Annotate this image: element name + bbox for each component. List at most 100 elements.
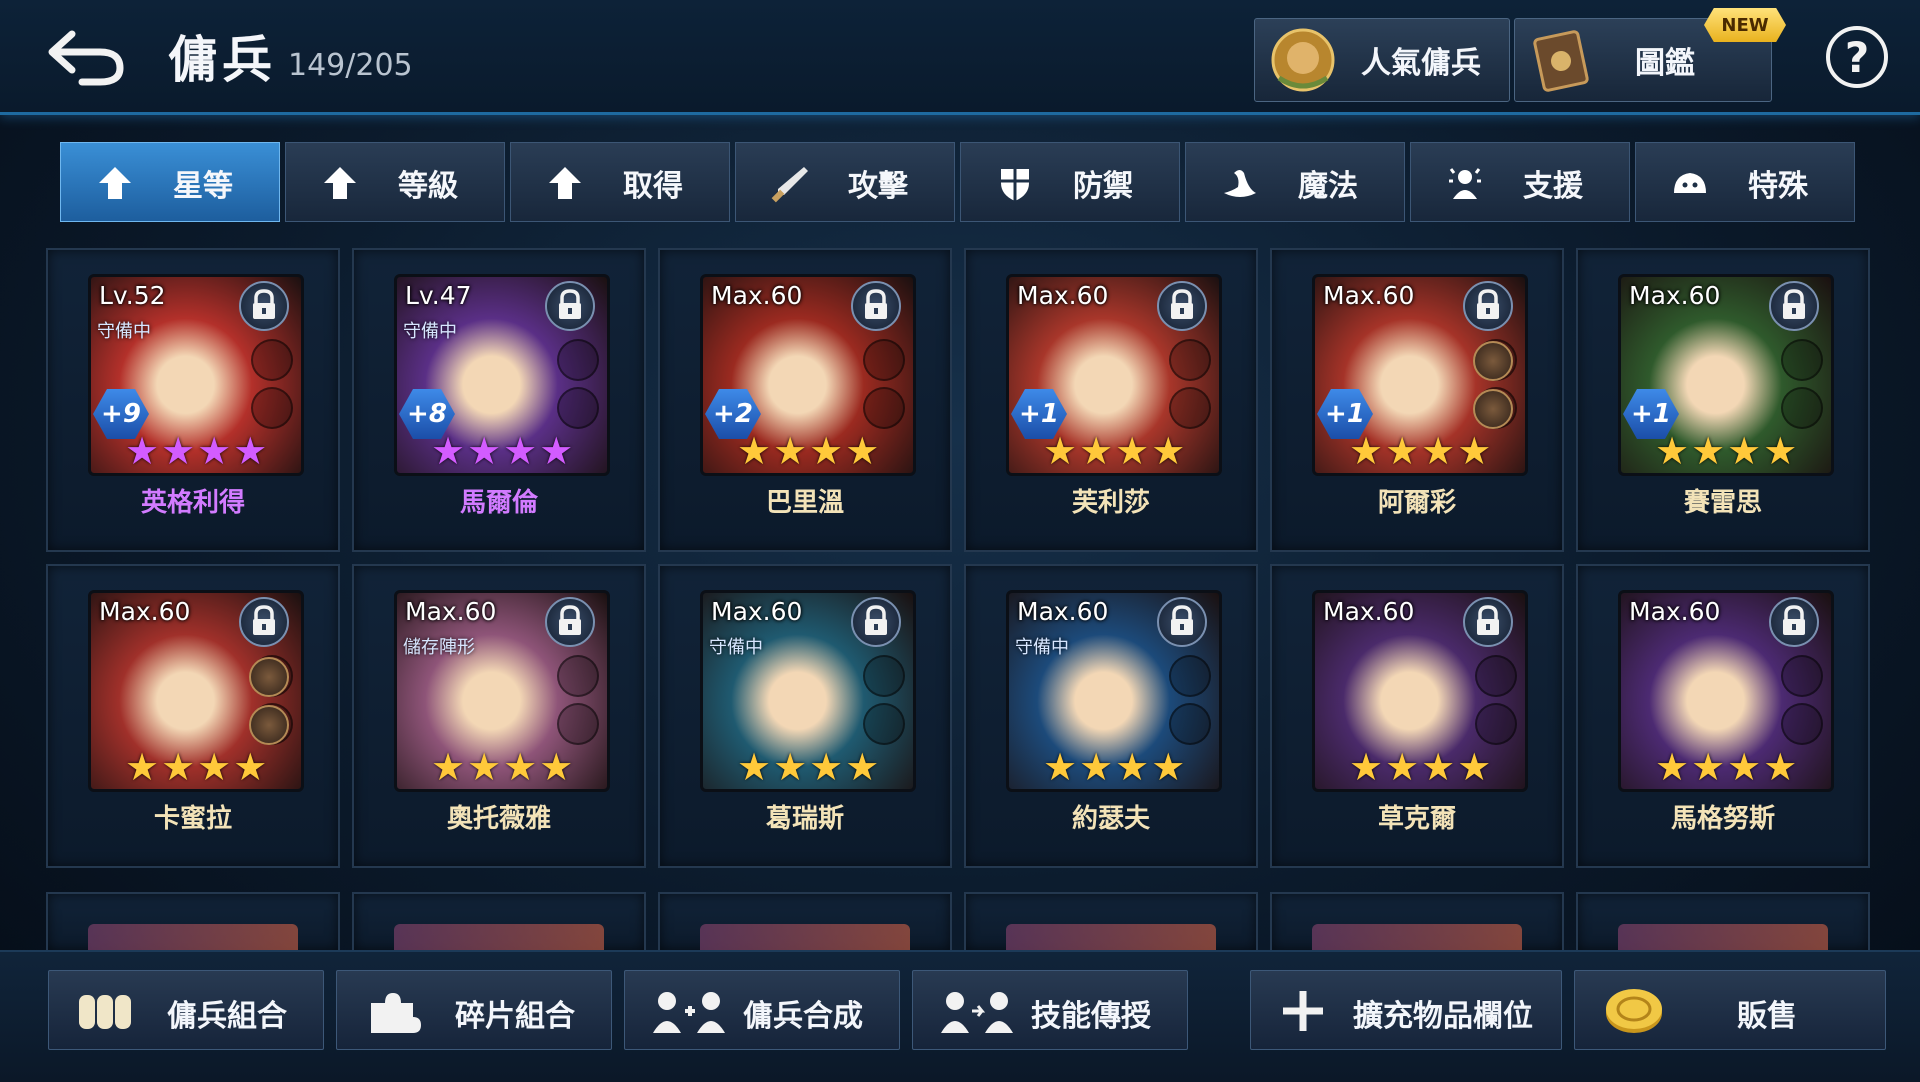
- star-rating: ★ ★ ★ ★: [737, 431, 879, 471]
- star-icon: ★: [773, 429, 808, 473]
- mercenary-card[interactable]: [964, 892, 1258, 952]
- star-icon: ★: [1727, 429, 1762, 473]
- tab-defense[interactable]: 防禦: [960, 142, 1180, 222]
- mercenary-fusion-button[interactable]: 傭兵合成: [624, 970, 900, 1050]
- level-label: Max.60: [99, 597, 191, 626]
- mercenary-name: 賽雷思: [1683, 488, 1762, 518]
- mercenary-name: 英格利得: [140, 488, 245, 518]
- mercenary-card[interactable]: Max.60 儲存陣形 ★ ★ ★ ★ 奧托薇雅: [352, 564, 646, 868]
- lock-icon[interactable]: [239, 281, 289, 331]
- rune-emblem-icon: [249, 705, 289, 745]
- expand-inventory-button[interactable]: 擴充物品欄位: [1250, 970, 1562, 1050]
- star-icon: ★: [539, 745, 574, 789]
- level-label: Max.60: [711, 597, 803, 626]
- book-icon: [1533, 30, 1589, 92]
- star-icon: ★: [1385, 429, 1420, 473]
- support-icon: [1449, 168, 1481, 199]
- mercenary-card[interactable]: Max.60 +1 ★ ★ ★ ★ 芙利莎: [964, 248, 1258, 552]
- mercenary-card[interactable]: Lv.47 守備中 +8 ★ ★ ★ ★ 馬爾倫: [352, 248, 646, 552]
- mercenary-portrait: [1312, 924, 1522, 950]
- back-arrow-icon: [48, 30, 124, 86]
- help-button[interactable]: ?: [1826, 26, 1888, 88]
- tab-label: 星等: [173, 169, 233, 204]
- mercenary-name: 葛瑞斯: [765, 804, 844, 834]
- equipment-socket: [863, 655, 905, 697]
- tab-acquired[interactable]: 取得: [510, 142, 730, 222]
- lock-icon[interactable]: [1463, 281, 1513, 331]
- star-icon: ★: [1079, 745, 1114, 789]
- lock-icon[interactable]: [851, 597, 901, 647]
- tab-star-grade[interactable]: 星等: [60, 142, 280, 222]
- rune-emblem-icon: [249, 657, 289, 697]
- popular-mercenary-button[interactable]: 人氣傭兵: [1254, 18, 1510, 102]
- coin-icon: [1606, 989, 1662, 1033]
- star-rating: ★ ★ ★ ★: [1043, 747, 1185, 787]
- star-icon: ★: [503, 429, 538, 473]
- button-label: 傭兵合成: [743, 999, 863, 1034]
- lock-icon[interactable]: [239, 597, 289, 647]
- mercenary-card[interactable]: Lv.52 守備中 +9 ★ ★ ★ ★ 英格利得: [46, 248, 340, 552]
- mercenary-portrait: Max.60 +1 ★ ★ ★ ★: [1006, 274, 1222, 476]
- mercenary-card[interactable]: [658, 892, 952, 952]
- mercenary-card[interactable]: Max.60 +1 ★ ★ ★ ★ 賽雷思: [1576, 248, 1870, 552]
- star-icon: ★: [431, 745, 466, 789]
- equipment-socket: [863, 703, 905, 745]
- lock-icon[interactable]: [1769, 281, 1819, 331]
- mercenary-card[interactable]: Max.60 ★ ★ ★ ★ 草克爾: [1270, 564, 1564, 868]
- mercenary-team-button[interactable]: 傭兵組合: [48, 970, 324, 1050]
- back-button[interactable]: [42, 20, 132, 90]
- lock-icon[interactable]: [545, 597, 595, 647]
- mercenary-card[interactable]: [1576, 892, 1870, 952]
- mercenary-name: 阿爾彩: [1377, 488, 1456, 518]
- equipment-socket: [1781, 703, 1823, 745]
- lock-icon[interactable]: [1463, 597, 1513, 647]
- lock-icon[interactable]: [1157, 281, 1207, 331]
- arrow-up-icon: [324, 167, 356, 199]
- mercenary-card[interactable]: [46, 892, 340, 952]
- mercenary-card[interactable]: [1270, 892, 1564, 952]
- tab-special[interactable]: 特殊: [1635, 142, 1855, 222]
- equipment-socket: [557, 703, 599, 745]
- lock-icon[interactable]: [1769, 597, 1819, 647]
- mercenary-card[interactable]: Max.60 守備中 ★ ★ ★ ★ 約瑟夫: [964, 564, 1258, 868]
- level-label: Max.60: [1629, 281, 1721, 310]
- star-icon: ★: [1457, 745, 1492, 789]
- sell-button[interactable]: 販售: [1574, 970, 1886, 1050]
- rune-emblem-icon: [1473, 341, 1513, 381]
- star-rating: ★ ★ ★ ★: [125, 747, 267, 787]
- skill-transfer-button[interactable]: 技能傳授: [912, 970, 1188, 1050]
- equipment-socket: [1781, 387, 1823, 429]
- tab-label: 魔法: [1298, 169, 1358, 204]
- mercenary-portrait: Max.60 +1 ★ ★ ★ ★: [1618, 274, 1834, 476]
- shard-combine-button[interactable]: 碎片組合: [336, 970, 612, 1050]
- level-label: Max.60: [711, 281, 803, 310]
- mercenary-portrait: [700, 924, 910, 950]
- equipment-socket: [1169, 387, 1211, 429]
- level-label: Max.60: [1629, 597, 1721, 626]
- star-icon: ★: [1115, 429, 1150, 473]
- mercenary-card[interactable]: Max.60 +1 ★ ★ ★ ★ 阿爾彩: [1270, 248, 1564, 552]
- lock-icon[interactable]: [1157, 597, 1207, 647]
- level-label: Max.60: [1323, 281, 1415, 310]
- star-icon: ★: [1421, 429, 1456, 473]
- level-label: Max.60: [1017, 597, 1109, 626]
- mercenary-card[interactable]: Max.60 +2 ★ ★ ★ ★ 巴里溫: [658, 248, 952, 552]
- mercenary-card[interactable]: [352, 892, 646, 952]
- tab-level[interactable]: 等級: [285, 142, 505, 222]
- star-rating: ★ ★ ★ ★: [1349, 747, 1491, 787]
- mercenary-card[interactable]: Max.60 守備中 ★ ★ ★ ★ 葛瑞斯: [658, 564, 952, 868]
- mercenary-card[interactable]: Max.60 ★ ★ ★ ★ 卡蜜拉: [46, 564, 340, 868]
- tab-support[interactable]: 支援: [1410, 142, 1630, 222]
- button-label: 傭兵組合: [167, 999, 287, 1034]
- lock-icon[interactable]: [851, 281, 901, 331]
- mercenary-name: 馬格努斯: [1670, 804, 1775, 834]
- equipment-socket: [251, 339, 293, 381]
- star-icon: ★: [197, 429, 232, 473]
- tab-magic[interactable]: 魔法: [1185, 142, 1405, 222]
- lock-icon[interactable]: [545, 281, 595, 331]
- star-icon: ★: [1115, 745, 1150, 789]
- tab-attack[interactable]: 攻擊: [735, 142, 955, 222]
- star-icon: ★: [1349, 429, 1384, 473]
- mercenary-card[interactable]: Max.60 ★ ★ ★ ★ 馬格努斯: [1576, 564, 1870, 868]
- equipment-socket: [557, 339, 599, 381]
